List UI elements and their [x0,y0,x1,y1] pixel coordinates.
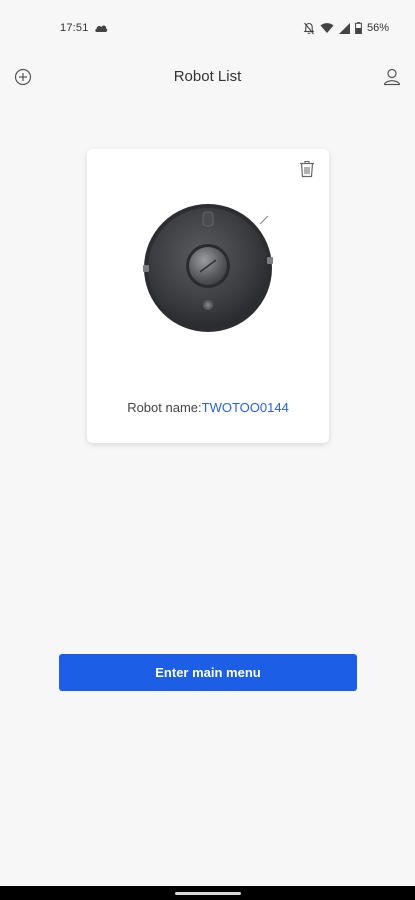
notifications-off-icon [303,22,315,34]
cloud-icon [95,25,108,32]
battery-percent: 56% [366,22,389,34]
robot-name-value[interactable]: TWOTOO0144 [202,400,289,415]
robot-name-row: Robot name:TWOTOO0144 [87,400,329,415]
status-icons: 56% [303,20,389,36]
battery-icon [355,22,362,34]
home-gesture-handle[interactable] [174,892,241,895]
navigation-bar [0,886,415,900]
cell-signal-icon [338,22,350,34]
page-title: Robot List [173,68,242,85]
delete-icon[interactable] [297,159,317,179]
status-bar: 17:51 56% [0,0,415,58]
user-profile-button[interactable] [381,66,403,88]
enter-main-menu-button[interactable]: Enter main menu [59,654,357,691]
robot-name-label: Robot name: [127,400,202,415]
wifi-icon [320,23,334,33]
header: Robot List [0,58,415,98]
robot-card[interactable]: Robot name:TWOTOO0144 [87,149,329,443]
status-time: 17:51 [60,22,89,34]
robot-vacuum-image [143,204,273,332]
